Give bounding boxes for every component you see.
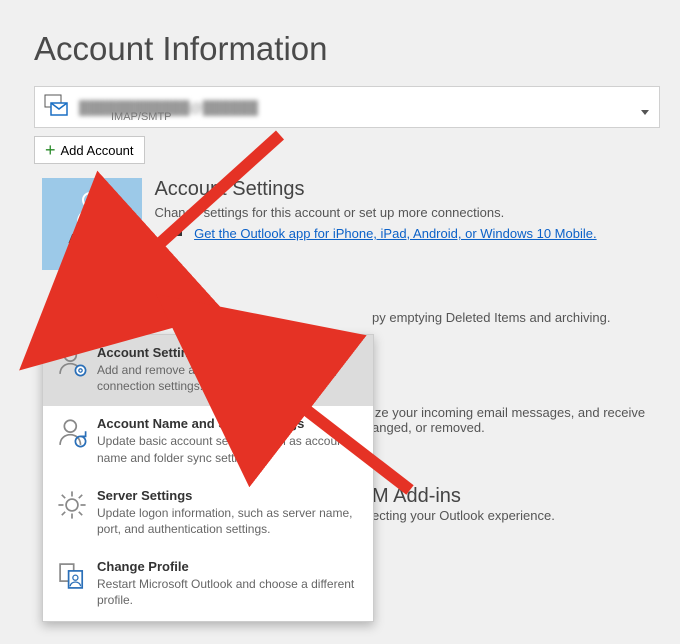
menu-item-server-settings[interactable]: Server Settings Update logon information… — [43, 478, 373, 549]
page-title: Account Information — [34, 30, 680, 68]
profile-switch-icon — [55, 559, 91, 608]
add-account-label: Add Account — [61, 143, 134, 158]
mailbox-settings-desc-partial: py emptying Deleted Items and archiving. — [372, 310, 662, 325]
menu-item-account-settings[interactable]: Account Settings... Add and remove accou… — [43, 335, 373, 406]
gear-icon — [55, 488, 91, 537]
bullet-icon — [176, 230, 182, 236]
account-dropdown-caret[interactable] — [641, 103, 649, 111]
user-sync-icon — [55, 416, 91, 465]
account-protocol: IMAP/SMTP — [111, 111, 172, 123]
get-outlook-app-link[interactable]: Get the Outlook app for iPhone, iPad, An… — [194, 226, 597, 241]
account-settings-heading: Account Settings — [154, 178, 654, 201]
rules-desc-partial-2: anged, or removed. — [372, 420, 662, 435]
menu-item-desc: Update basic account settings such as ac… — [97, 433, 361, 465]
addins-heading-partial: M Add-ins — [372, 485, 662, 508]
menu-item-title: Account Settings... — [97, 345, 361, 360]
menu-item-change-profile[interactable]: Change Profile Restart Microsoft Outlook… — [43, 549, 373, 620]
menu-item-desc: Add and remove accounts or change existi… — [97, 362, 361, 394]
menu-item-name-sync[interactable]: Account Name and Sync Settings Update ba… — [43, 406, 373, 477]
user-gear-icon — [55, 345, 91, 394]
menu-item-title: Server Settings — [97, 488, 361, 503]
menu-item-desc: Restart Microsoft Outlook and choose a d… — [97, 576, 361, 608]
rules-desc-partial-1: ize your incoming email messages, and re… — [372, 405, 662, 420]
menu-item-title: Change Profile — [97, 559, 361, 574]
user-gear-icon — [42, 188, 142, 231]
account-settings-tile[interactable]: Account Settings▾ — [42, 178, 142, 270]
addins-desc-partial: ecting your Outlook experience. — [372, 508, 662, 523]
menu-item-title: Account Name and Sync Settings — [97, 416, 361, 431]
chevron-down-icon: ▾ — [114, 251, 118, 260]
account-settings-desc: Change settings for this account or set … — [154, 205, 654, 220]
account-selector[interactable]: ████████████@██████ IMAP/SMTP — [34, 86, 660, 128]
add-account-button[interactable]: + Add Account — [34, 136, 145, 164]
account-settings-dropdown: Account Settings... Add and remove accou… — [42, 334, 374, 622]
mail-icon — [43, 93, 71, 121]
menu-item-desc: Update logon information, such as server… — [97, 505, 361, 537]
plus-icon: + — [45, 141, 56, 159]
